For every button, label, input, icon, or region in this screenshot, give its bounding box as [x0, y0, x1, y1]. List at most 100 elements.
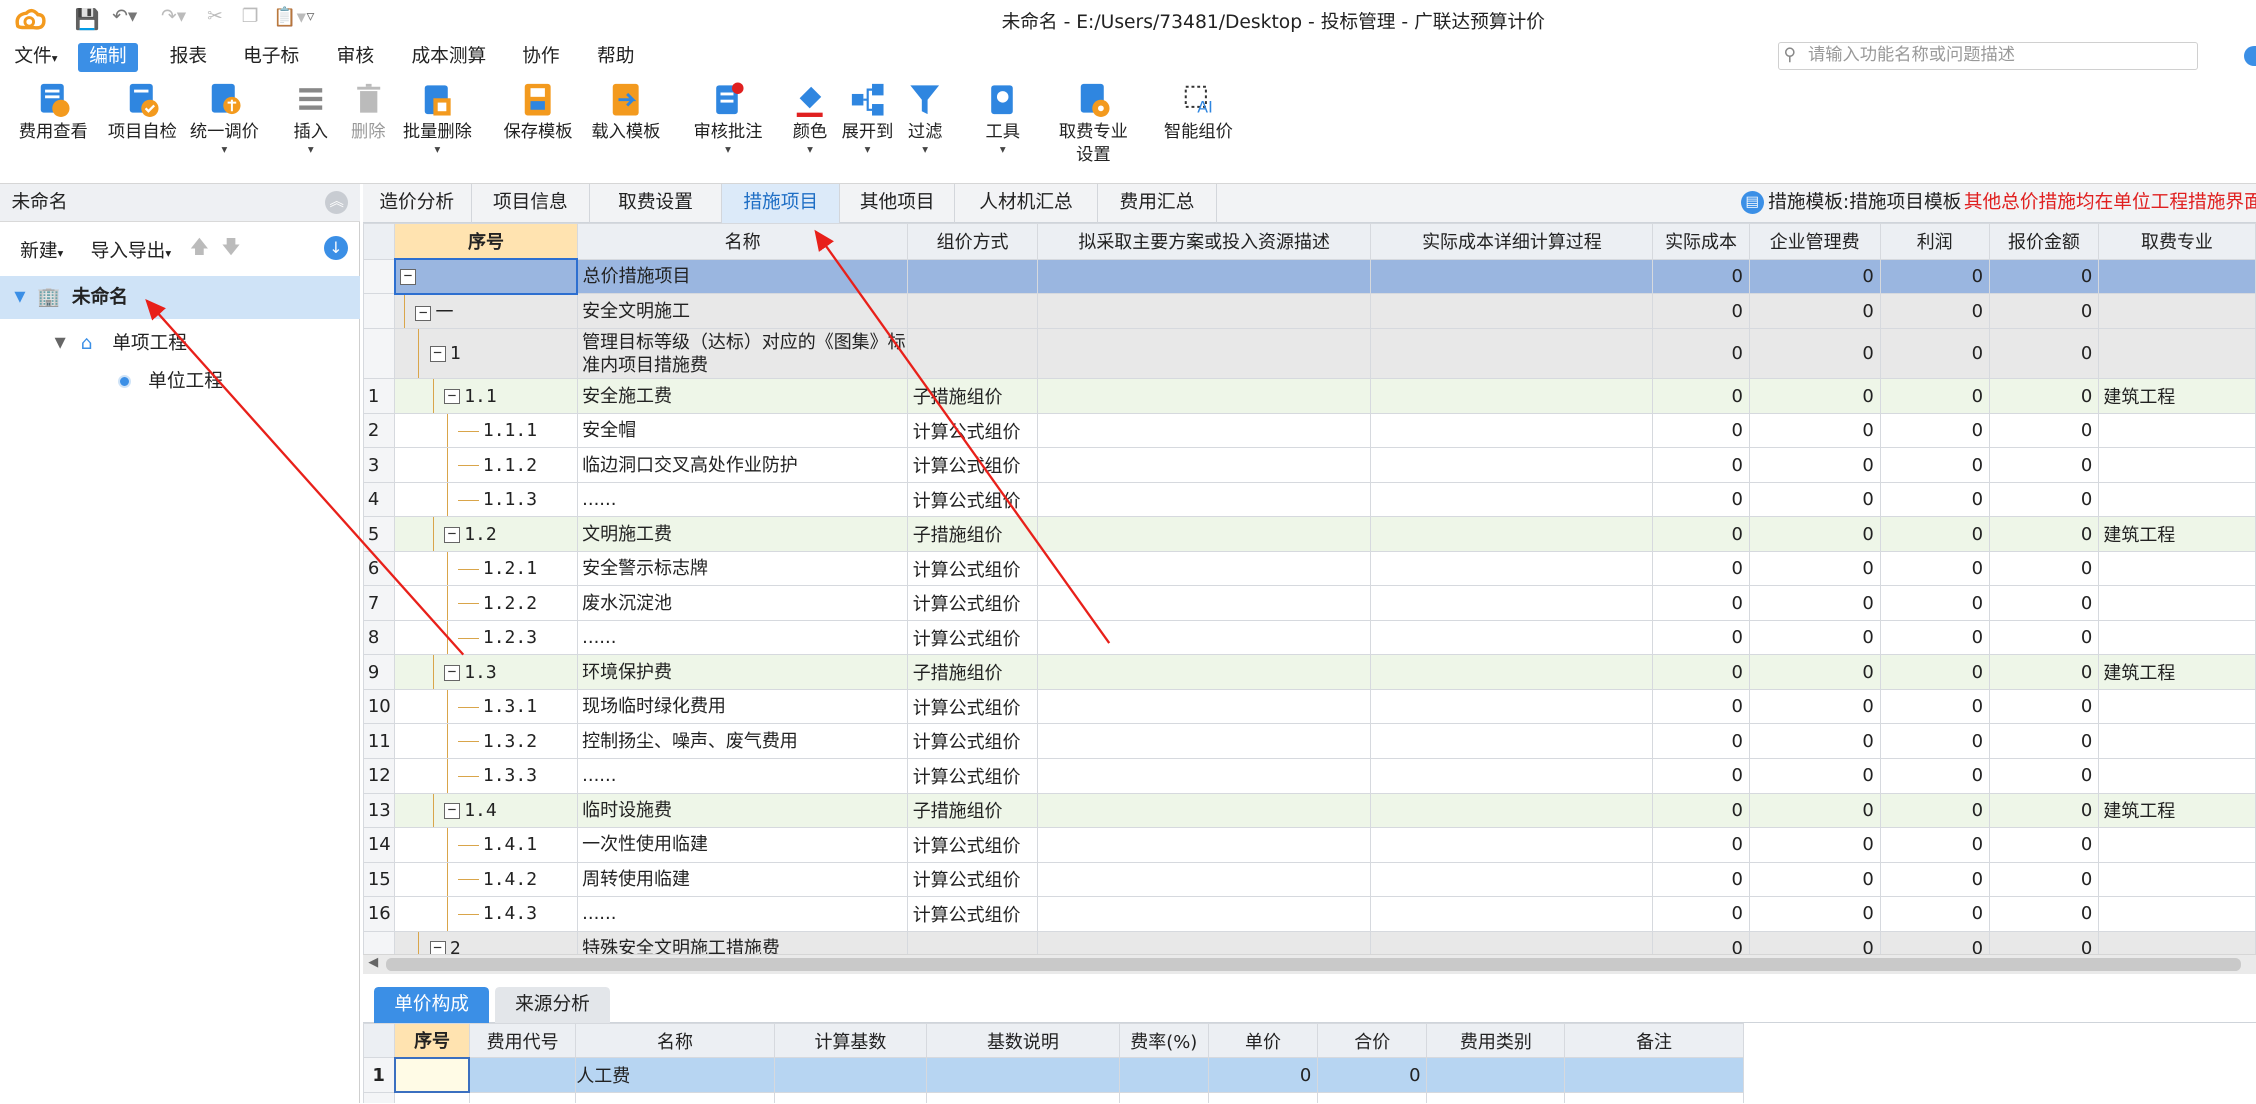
mgmt-fee-cell[interactable]: 0	[1748, 412, 1881, 449]
header-seq[interactable]: 序号	[394, 222, 578, 260]
tab-project-info[interactable]: 项目信息	[472, 184, 590, 223]
amount-cell[interactable]: 0	[1988, 585, 2100, 621]
fee-setting-button[interactable]: 取费专业 设置	[1050, 78, 1136, 182]
fee-type-cell[interactable]	[1426, 1057, 1566, 1093]
tab-other-items[interactable]: 其他项目	[840, 184, 956, 223]
mgmt-fee-cell[interactable]: 0	[1748, 481, 1881, 518]
seq-cell[interactable]: 1.2.2	[394, 585, 578, 621]
profit-cell[interactable]: 0	[1879, 258, 1990, 295]
actual-cost-cell[interactable]: 0	[1652, 654, 1750, 690]
mgmt-fee-cell[interactable]: 0	[1748, 896, 1881, 932]
save-icon[interactable]: 💾	[75, 7, 100, 31]
unit-price-cell[interactable]: 0	[1207, 1057, 1319, 1093]
new-button[interactable]: 新建▾	[20, 236, 63, 263]
header-mgmt-fee[interactable]: 企业管理费	[1748, 222, 1881, 260]
calc-process-cell[interactable]	[1370, 757, 1654, 794]
amount-cell[interactable]: 0	[1988, 792, 2100, 829]
table-row[interactable]: 12 1.3.3...... 计算公式组价 0 0 0 0	[362, 757, 2256, 794]
name-cell[interactable]: 总价措施项目	[576, 258, 909, 295]
pricing-mode-cell[interactable]: 计算公式组价	[907, 723, 1038, 759]
plan-desc-cell[interactable]	[1036, 481, 1372, 518]
plan-desc-cell[interactable]	[1036, 412, 1372, 449]
mgmt-fee-cell[interactable]: 0	[1748, 585, 1881, 621]
profit-cell[interactable]: 0	[1879, 654, 1990, 690]
amount-cell[interactable]: 0	[1988, 258, 2100, 295]
actual-cost-cell[interactable]: 0	[1652, 481, 1750, 518]
table-row[interactable]: 5−1.2 文明施工费 子措施组价 0 0 0 0 建筑工程	[362, 516, 2256, 552]
fee-specialty-cell[interactable]: 建筑工程	[2098, 378, 2256, 414]
actual-cost-cell[interactable]: 0	[1652, 688, 1750, 725]
name-cell[interactable]: 文明施工费	[576, 516, 909, 552]
collapse-sidebar-icon[interactable]: ︽	[325, 191, 349, 215]
actual-cost-cell[interactable]: 0	[1652, 861, 1750, 898]
actual-cost-cell[interactable]: 0	[1652, 378, 1750, 414]
fee-specialty-cell[interactable]	[2098, 827, 2256, 863]
pricing-mode-cell[interactable]	[907, 930, 1038, 954]
seq-cell[interactable]: −1.3	[394, 654, 578, 690]
fee-specialty-cell[interactable]	[2098, 619, 2256, 656]
fee-specialty-cell[interactable]: 建筑工程	[2098, 516, 2256, 552]
amount-cell[interactable]: 0	[1988, 654, 2100, 690]
bottom-table-row[interactable]	[362, 1091, 1744, 1104]
header-actual-cost[interactable]: 实际成本	[1652, 222, 1750, 260]
actual-cost-cell[interactable]: 0	[1652, 757, 1750, 794]
plan-desc-cell[interactable]	[1036, 619, 1372, 656]
load-template-button[interactable]: 载入模板	[583, 78, 669, 182]
move-up-icon[interactable]: 🡅	[190, 233, 209, 265]
profit-cell[interactable]: 0	[1879, 930, 1990, 954]
plan-desc-cell[interactable]	[1036, 930, 1372, 954]
actual-cost-cell[interactable]: 0	[1652, 930, 1750, 954]
amount-cell[interactable]: 0	[1988, 896, 2100, 932]
fee-specialty-cell[interactable]	[2098, 757, 2256, 794]
table-row[interactable]: −2 特殊安全文明施工措施费 0 0 0 0	[362, 930, 2256, 954]
plan-desc-cell[interactable]	[1036, 293, 1372, 329]
mgmt-fee-cell[interactable]: 0	[1748, 447, 1881, 483]
name-cell[interactable]: 特殊安全文明施工措施费	[576, 930, 909, 954]
header-plan-desc[interactable]: 拟采取主要方案或投入资源描述	[1036, 222, 1372, 260]
paste-icon[interactable]: 📋▾	[273, 6, 306, 28]
profit-cell[interactable]: 0	[1879, 757, 1990, 794]
undo-icon[interactable]: ↶▾	[112, 6, 137, 27]
bottom-header-name[interactable]: 名称	[575, 1022, 775, 1059]
seq-cell[interactable]: 1.3.3	[394, 757, 578, 794]
calc-process-cell[interactable]	[1370, 723, 1654, 759]
menu-e-bid[interactable]: 电子标	[232, 43, 311, 72]
table-row[interactable]: − 一安全文明施工 0 0 0 0	[362, 293, 2256, 329]
name-cell[interactable]: 现场临时绿化费用	[576, 688, 909, 725]
table-row[interactable]: 4 1.1.3...... 计算公式组价 0 0 0 0	[362, 481, 2256, 518]
fee-view-button[interactable]: 费用查看	[10, 78, 96, 182]
plan-desc-cell[interactable]	[1036, 550, 1372, 587]
table-row[interactable]: 11 1.3.2 控制扬尘、噪声、废气费用 计算公式组价 0 0 0 0	[362, 723, 2256, 759]
pricing-mode-cell[interactable]: 计算公式组价	[907, 412, 1038, 449]
name-cell[interactable]: 安全警示标志牌	[576, 550, 909, 587]
collapse-toggle-icon[interactable]: −	[444, 665, 460, 681]
menu-report[interactable]: 报表	[158, 43, 218, 72]
import-export-button[interactable]: 导入导出▾	[91, 236, 172, 263]
plan-desc-cell[interactable]	[1036, 757, 1372, 794]
tab-source-analysis[interactable]: 来源分析	[494, 986, 610, 1023]
batch-delete-button[interactable]: 批量删除 ▾	[394, 78, 480, 182]
pricing-mode-cell[interactable]: 计算公式组价	[907, 481, 1038, 518]
bottom-table-row[interactable]: 1 人工费 0 0	[362, 1056, 1744, 1094]
seq-cell[interactable]: −	[393, 258, 579, 295]
mgmt-fee-cell[interactable]: 0	[1748, 930, 1881, 954]
amount-cell[interactable]: 0	[1988, 412, 2100, 449]
calc-process-cell[interactable]	[1370, 827, 1654, 863]
mgmt-fee-cell[interactable]: 0	[1748, 861, 1881, 898]
mgmt-fee-cell[interactable]: 0	[1748, 293, 1881, 329]
amount-cell[interactable]: 0	[1988, 447, 2100, 483]
profit-cell[interactable]: 0	[1879, 293, 1990, 329]
seq-cell[interactable]	[393, 1056, 471, 1094]
name-cell[interactable]: 临边洞口交叉高处作业防护	[576, 447, 909, 483]
fee-specialty-cell[interactable]	[2098, 293, 2256, 329]
table-row[interactable]: 7 1.2.2 废水沉淀池 计算公式组价 0 0 0 0	[362, 585, 2256, 621]
fee-specialty-cell[interactable]	[2098, 861, 2256, 898]
fee-specialty-cell[interactable]	[2098, 481, 2256, 518]
bottom-header-unit-price[interactable]: 单价	[1207, 1022, 1319, 1059]
amount-cell[interactable]: 0	[1988, 619, 2100, 656]
menu-cost-estimate[interactable]: 成本测算	[400, 43, 498, 72]
calc-process-cell[interactable]	[1370, 619, 1654, 656]
tab-unit-price-composition[interactable]: 单价构成	[374, 986, 490, 1023]
profit-cell[interactable]: 0	[1879, 688, 1990, 725]
calc-process-cell[interactable]	[1370, 930, 1654, 954]
